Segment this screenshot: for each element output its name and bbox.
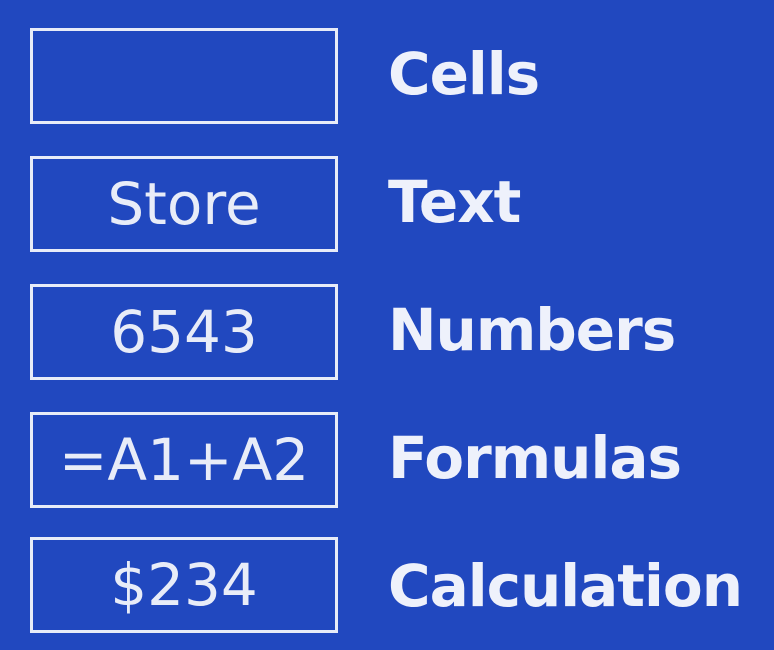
cell-value: =A1+A2 — [58, 426, 310, 494]
cell-value: 6543 — [110, 298, 258, 366]
formula-cell-box: =A1+A2 — [30, 412, 338, 508]
number-cell-box: 6543 — [30, 284, 338, 380]
cell-value: $234 — [110, 551, 258, 619]
text-cell-box: Store — [30, 156, 338, 252]
cell-value: Store — [107, 170, 261, 238]
numbers-label: Numbers — [388, 296, 676, 364]
calculation-cell-box: $234 — [30, 537, 338, 633]
formulas-label: Formulas — [388, 424, 682, 492]
text-label: Text — [388, 168, 521, 236]
cells-label: Cells — [388, 40, 540, 108]
calculation-label: Calculation — [388, 552, 743, 620]
empty-cell-box — [30, 28, 338, 124]
